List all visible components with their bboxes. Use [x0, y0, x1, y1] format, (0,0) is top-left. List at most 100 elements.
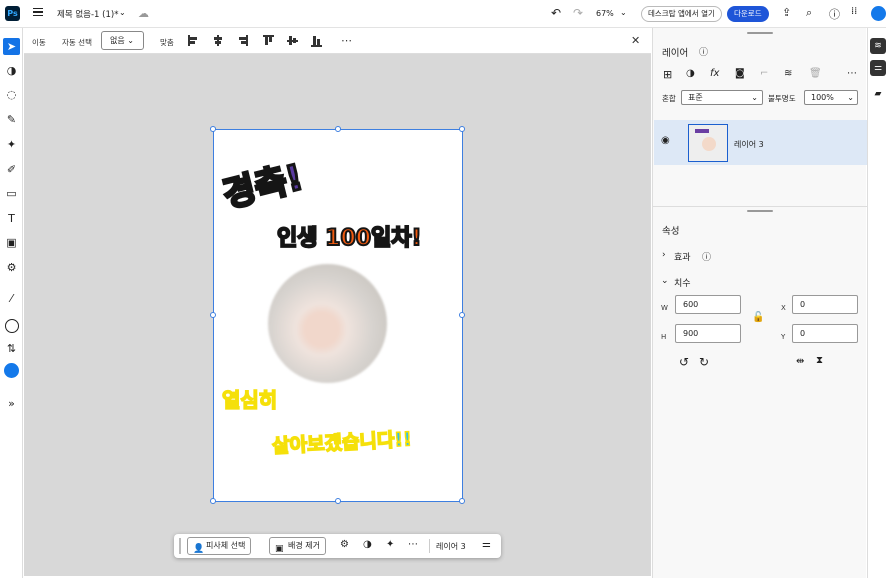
more-icon[interactable]: ⋯: [408, 539, 418, 550]
layer-stack-icon[interactable]: ≋: [784, 68, 792, 79]
share-icon[interactable]: ⇪: [782, 6, 791, 19]
spot-heal-tool-icon[interactable]: ✎: [3, 111, 20, 128]
align-left-icon[interactable]: [188, 35, 198, 46]
align-center-h-icon[interactable]: [213, 35, 223, 46]
select-subject-button[interactable]: 👤 피사체 선택: [187, 537, 252, 555]
contextual-taskbar: 👤 피사체 선택 ▣ 배경 제거 ⚙ ◑ ✦ ⋯ 레이어 3 ⚌: [174, 534, 501, 558]
help-icon[interactable]: ⓘ: [829, 6, 840, 22]
open-desktop-button[interactable]: 데스크탑 앱에서 열기: [641, 6, 722, 22]
top-bar: Ps 제목 없음-1 (1)* ⌄ ☁ ↶ ↷ 67% ⌄ 데스크탑 앱에서 열…: [0, 0, 886, 28]
expand-icon[interactable]: »: [3, 395, 20, 412]
clone-tool-icon[interactable]: ✦: [3, 136, 20, 153]
type-tool-icon[interactable]: T: [3, 210, 20, 227]
options-bar: 이동 자동 선택 없음 ⌄ 맞춤 ⋯ ✕: [24, 28, 651, 54]
layer-name-label[interactable]: 레이어 3: [436, 541, 466, 552]
y-field[interactable]: 0: [792, 324, 858, 343]
dimensions-chevron-icon[interactable]: ⌄: [661, 276, 669, 286]
mask-icon[interactable]: ◙: [735, 68, 745, 79]
remove-background-button[interactable]: ▣ 배경 제거: [269, 537, 326, 555]
properties-panel-icon[interactable]: ⚌: [870, 60, 886, 76]
trash-icon[interactable]: 🗑: [809, 68, 822, 79]
handle-bottom[interactable]: [335, 498, 341, 504]
menu-icon[interactable]: [33, 8, 43, 16]
more-options-icon[interactable]: ⋯: [341, 34, 352, 47]
foreground-color-icon[interactable]: [3, 317, 20, 334]
zoom-chevron-icon[interactable]: ⌄: [620, 8, 627, 17]
handle-right[interactable]: [459, 312, 465, 318]
brush-tool-icon[interactable]: ✐: [3, 161, 20, 178]
handle-bottom-right[interactable]: [459, 498, 465, 504]
align-label: 맞춤: [160, 38, 174, 47]
download-button[interactable]: 다운로드: [727, 6, 769, 22]
eyedropper-icon[interactable]: ⁄: [3, 290, 20, 307]
add-layer-icon[interactable]: ⊞: [663, 68, 672, 81]
lock-icon[interactable]: 🔓: [752, 312, 764, 323]
handle-top-left[interactable]: [210, 126, 216, 132]
selection-bounding-box[interactable]: [210, 126, 465, 504]
panel-grip-2[interactable]: [747, 210, 773, 212]
info-icon[interactable]: ⓘ: [699, 45, 708, 58]
generative-fill-icon[interactable]: ⚙: [340, 539, 349, 550]
effects-info-icon[interactable]: ⓘ: [702, 250, 711, 263]
avatar[interactable]: [871, 6, 886, 21]
eye-visibility-icon[interactable]: ◉: [661, 135, 670, 146]
blend-label: 혼합: [662, 94, 676, 103]
layer-row[interactable]: ◉ 레이어 3: [654, 120, 867, 165]
adjustment-layer-icon[interactable]: ◑: [686, 68, 695, 79]
layer-name[interactable]: 레이어 3: [734, 139, 764, 150]
effects-chevron-icon[interactable]: ›: [662, 250, 666, 260]
effects-section[interactable]: 효과: [674, 250, 691, 263]
flip-vertical-icon[interactable]: ⧗: [816, 355, 823, 366]
apps-grid-icon[interactable]: ⁞⁞: [851, 6, 857, 17]
fx-icon[interactable]: fx: [710, 68, 719, 79]
align-right-icon[interactable]: [238, 35, 248, 46]
width-field[interactable]: 600: [675, 295, 741, 314]
opacity-input[interactable]: 100% ⌄: [804, 90, 858, 105]
properties-title: 속성: [662, 226, 680, 237]
settings-sliders-icon[interactable]: ⚌: [482, 539, 491, 550]
rotate-left-icon[interactable]: ↺: [679, 355, 689, 369]
shape-tool-icon[interactable]: ▭: [3, 185, 20, 202]
handle-top-right[interactable]: [459, 126, 465, 132]
w-label: W: [661, 304, 668, 312]
comments-icon[interactable]: ▰: [870, 86, 886, 102]
auto-select-dropdown[interactable]: 없음 ⌄: [101, 31, 144, 50]
opacity-label: 불투명도: [768, 94, 796, 103]
search-icon[interactable]: ⌕: [806, 6, 812, 20]
align-middle-icon[interactable]: [287, 35, 298, 46]
handle-top[interactable]: [335, 126, 341, 132]
align-top-icon[interactable]: [263, 35, 274, 46]
layers-panel-icon[interactable]: ≋: [870, 38, 886, 54]
adjust-tool-icon[interactable]: ◑: [3, 62, 20, 79]
zoom-level[interactable]: 67%: [596, 9, 614, 18]
panel-grip[interactable]: [747, 32, 773, 34]
dimensions-section[interactable]: 치수: [674, 276, 691, 289]
rotate-right-icon[interactable]: ↻: [699, 355, 709, 369]
layers-more-icon[interactable]: ⋯: [847, 68, 857, 79]
redo-icon[interactable]: ↷: [573, 6, 583, 20]
document-title[interactable]: 제목 없음-1 (1)*: [57, 8, 118, 20]
handle-bottom-left[interactable]: [210, 498, 216, 504]
drag-handle[interactable]: [179, 538, 181, 554]
place-image-icon[interactable]: ▣: [3, 234, 20, 251]
swap-colors-icon[interactable]: ⇅: [3, 340, 20, 357]
close-icon[interactable]: ✕: [631, 34, 640, 47]
generative-tool-icon[interactable]: ⚙: [3, 259, 20, 276]
adjust-icon[interactable]: ◑: [363, 539, 372, 550]
marquee-tool-icon[interactable]: ◌: [3, 86, 20, 103]
move-tool-icon[interactable]: ➤: [3, 38, 20, 55]
canvas-area[interactable]: 경축! 인생 100일차! 열심히 살아보겠습니다!!: [24, 54, 651, 576]
clip-icon[interactable]: ⌐: [760, 68, 768, 79]
photoshop-logo: Ps: [5, 6, 20, 21]
x-label: X: [781, 304, 786, 312]
handle-left[interactable]: [210, 312, 216, 318]
height-field[interactable]: 900: [675, 324, 741, 343]
background-color-icon[interactable]: [3, 361, 20, 378]
blend-mode-dropdown[interactable]: 표준 ⌄: [681, 90, 763, 105]
align-bottom-icon[interactable]: [311, 35, 322, 47]
x-field[interactable]: 0: [792, 295, 858, 314]
undo-icon[interactable]: ↶: [551, 6, 561, 20]
heal-icon[interactable]: ✦: [386, 539, 394, 550]
chevron-down-icon[interactable]: ⌄: [119, 8, 126, 17]
flip-horizontal-icon[interactable]: ⇹: [796, 356, 804, 367]
